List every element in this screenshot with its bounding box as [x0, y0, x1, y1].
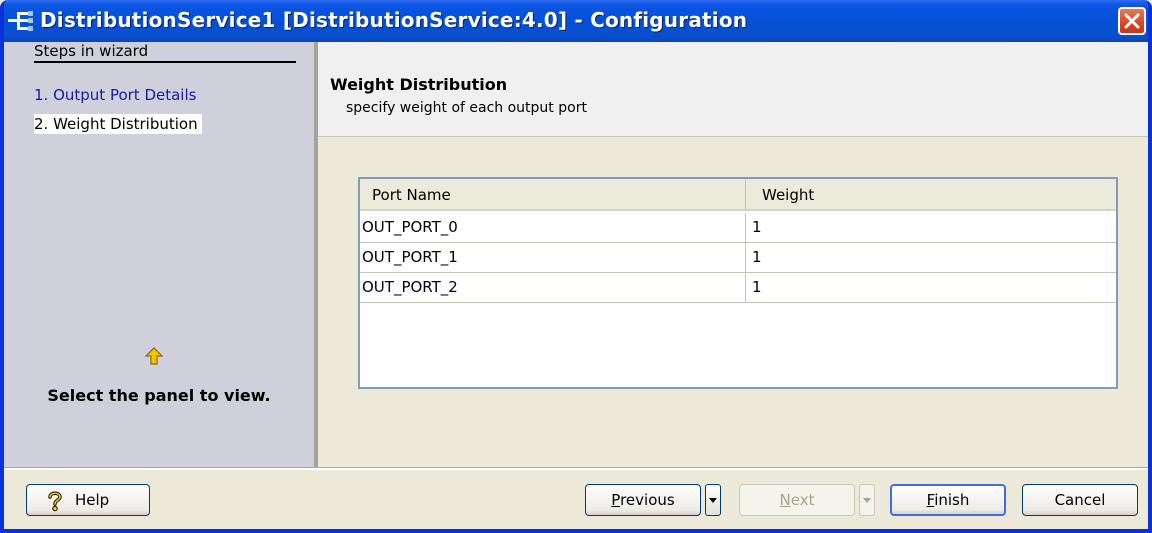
- step-output-port-details[interactable]: 1. Output Port Details: [34, 86, 196, 104]
- port-name-cell[interactable]: OUT_PORT_0: [360, 213, 746, 242]
- table-row[interactable]: OUT_PORT_0 1: [360, 213, 1116, 243]
- next-dropdown-button[interactable]: [859, 484, 875, 516]
- table-row[interactable]: OUT_PORT_1 1: [360, 243, 1116, 273]
- weight-cell[interactable]: 1: [746, 273, 1116, 302]
- previous-dropdown-button[interactable]: [705, 484, 721, 516]
- close-icon: [1124, 13, 1140, 29]
- weight-table: Port Name Weight OUT_PORT_0 1 OUT_PORT_1…: [358, 177, 1118, 389]
- steps-title: Steps in wizard: [34, 42, 149, 60]
- arrow-up-icon: [144, 346, 164, 366]
- panel-subtitle: specify weight of each output port: [346, 100, 587, 116]
- column-header-weight[interactable]: Weight: [746, 179, 1116, 211]
- cancel-button[interactable]: Cancel: [1022, 484, 1138, 516]
- previous-mnemonic: P: [611, 491, 621, 509]
- help-button[interactable]: Help: [26, 484, 150, 516]
- table-row[interactable]: OUT_PORT_2 1: [360, 273, 1116, 303]
- distribution-service-icon: [8, 10, 34, 32]
- finish-button[interactable]: Finish: [890, 484, 1006, 516]
- port-name-cell[interactable]: OUT_PORT_2: [360, 273, 746, 302]
- previous-button[interactable]: Previous: [585, 484, 701, 516]
- weight-cell[interactable]: 1: [746, 243, 1116, 272]
- column-header-port-name[interactable]: Port Name: [360, 179, 746, 211]
- next-button[interactable]: Next: [739, 484, 855, 516]
- panel-title: Weight Distribution: [330, 75, 508, 94]
- close-button[interactable]: [1118, 7, 1146, 35]
- chevron-down-icon: [863, 498, 871, 503]
- select-panel-hint: Select the panel to view.: [47, 386, 271, 405]
- window-title: DistributionService1 [DistributionServic…: [40, 8, 748, 32]
- step-weight-distribution[interactable]: 2. Weight Distribution: [34, 114, 202, 134]
- help-label: Help: [75, 491, 110, 509]
- steps-divider: [34, 61, 296, 63]
- configuration-dialog: DistributionService1 [DistributionServic…: [0, 0, 1152, 533]
- next-label: ext: [790, 491, 815, 509]
- chevron-down-icon: [709, 498, 717, 503]
- panel-header: Weight Distribution specify weight of ea…: [318, 42, 1148, 137]
- title-bar[interactable]: DistributionService1 [DistributionServic…: [4, 0, 1148, 42]
- previous-label: revious: [620, 491, 675, 509]
- port-name-cell[interactable]: OUT_PORT_1: [360, 243, 746, 272]
- next-mnemonic: N: [779, 491, 791, 509]
- finish-label: inish: [934, 491, 970, 509]
- help-question-icon: [45, 490, 65, 522]
- weight-cell[interactable]: 1: [746, 213, 1116, 242]
